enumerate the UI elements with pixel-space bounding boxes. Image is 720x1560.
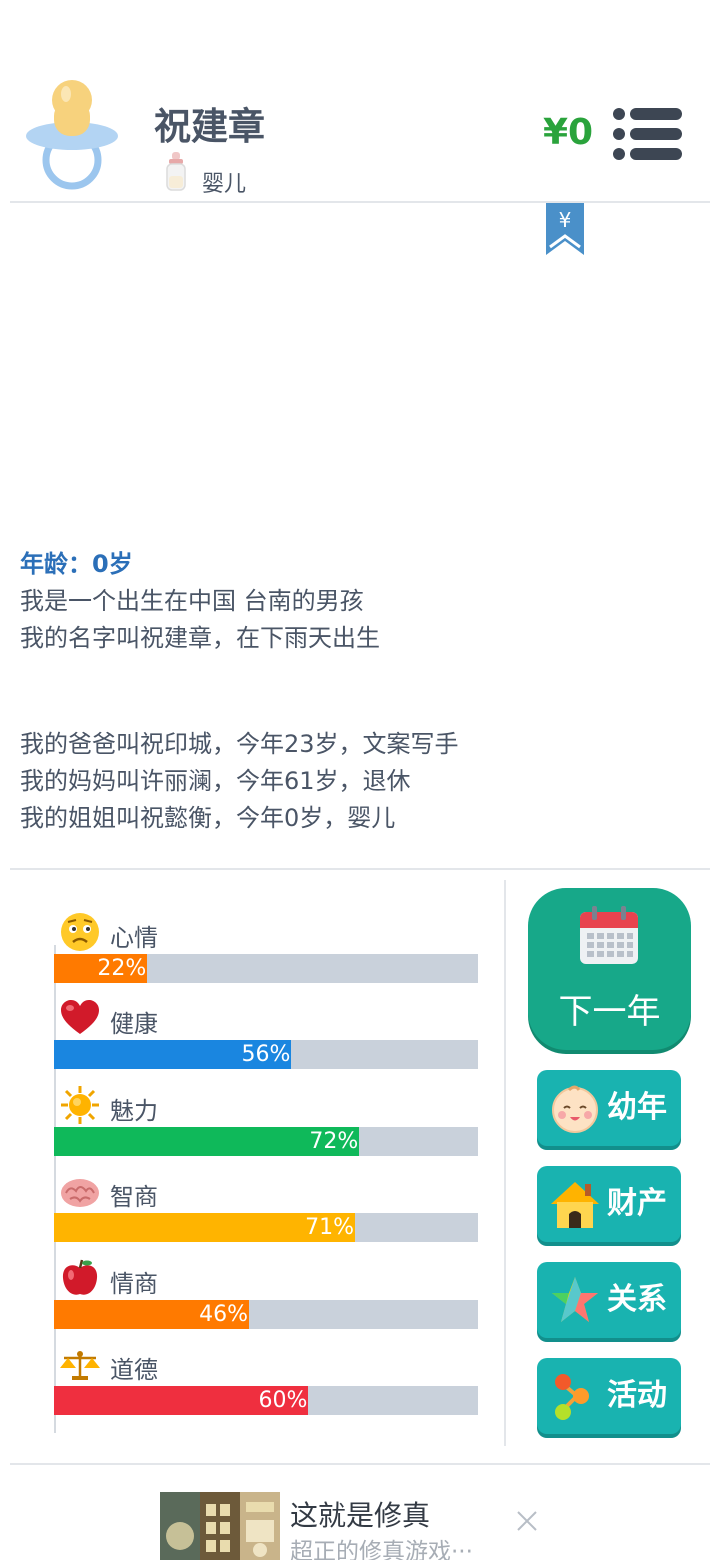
stat-bar-track: 71%	[54, 1213, 478, 1243]
stat-bar-fill: 71%	[54, 1213, 356, 1243]
stat-bar-track: 46%	[54, 1299, 478, 1329]
activities-label: 活动	[607, 1378, 667, 1413]
star-icon	[552, 1277, 598, 1322]
stat-label: 魅力	[110, 1096, 158, 1125]
stat-percent: 71%	[305, 1215, 355, 1241]
family-line-sister: 我的姐姐叫祝懿衡，今年0岁，婴儿	[20, 804, 396, 832]
stat-eq: 情商 46%	[54, 1256, 478, 1342]
stat-label: 情商	[110, 1269, 158, 1298]
stats-panel: 心情 22% 健康 56% 魅力 72% 智商 71% 情商 46% 道德 60…	[54, 910, 478, 1428]
ad-divider	[10, 1463, 710, 1465]
stat-percent: 22%	[97, 956, 147, 981]
worried-face-icon	[61, 913, 99, 951]
bookmark-yen-symbol: ¥	[559, 208, 572, 232]
next-year-button[interactable]: 下一年	[528, 888, 691, 1050]
menu-list-icon[interactable]	[610, 106, 684, 162]
relations-button[interactable]: 关系	[537, 1262, 681, 1338]
stat-bar-fill: 56%	[54, 1040, 292, 1070]
header-divider	[10, 201, 710, 203]
assets-label: 财产	[607, 1186, 667, 1221]
activity-dots-icon	[555, 1374, 589, 1420]
ad-thumbnail-image[interactable]	[160, 1492, 280, 1560]
ad-subtitle: 超正的修真游戏···	[290, 1539, 473, 1560]
stat-bar-fill: 72%	[54, 1126, 360, 1156]
apple-icon	[62, 1259, 98, 1295]
stat-charm: 魅力 72%	[54, 1083, 478, 1169]
childhood-button[interactable]: 幼年	[537, 1070, 681, 1146]
stat-bar-fill: 60%	[54, 1385, 309, 1415]
story-line: 我的名字叫祝建章，在下雨天出生	[20, 624, 380, 652]
brain-icon	[61, 1179, 99, 1208]
stat-bar-fill: 22%	[54, 954, 148, 983]
relations-label: 关系	[607, 1282, 667, 1317]
pacifier-avatar-icon	[26, 80, 118, 190]
baby-bottle-icon	[166, 152, 186, 191]
stat-label: 心情	[110, 924, 158, 952]
sun-icon	[61, 1085, 99, 1124]
life-stage-label: 婴儿	[202, 172, 247, 197]
stat-label: 道德	[110, 1355, 158, 1384]
activities-button[interactable]: 活动	[537, 1358, 681, 1434]
baby-face-icon	[552, 1085, 598, 1133]
character-name: 祝建章	[154, 105, 265, 148]
family-line-father: 我的爸爸叫祝印城，今年23岁，文案写手	[20, 730, 459, 758]
stat-bar-track: 22%	[54, 954, 478, 983]
stat-bar-track: 56%	[54, 1040, 478, 1070]
next-year-label: 下一年	[558, 992, 661, 1032]
story-divider	[10, 868, 710, 870]
house-icon	[551, 1182, 599, 1228]
childhood-label: 幼年	[607, 1090, 667, 1125]
assets-button[interactable]: 财产	[537, 1166, 681, 1242]
close-icon[interactable]	[512, 1506, 542, 1536]
stat-bar-fill: 46%	[54, 1299, 250, 1329]
ad-title[interactable]: 这就是修真	[290, 1494, 430, 1534]
stat-percent: 72%	[309, 1128, 359, 1154]
family-line-mother: 我的妈妈叫许丽澜，今年61岁，退休	[20, 767, 411, 795]
panel-divider	[504, 880, 506, 1446]
stat-label: 健康	[110, 1010, 158, 1039]
stat-percent: 60%	[258, 1387, 308, 1413]
stat-percent: 46%	[199, 1301, 249, 1327]
calendar-icon	[580, 906, 638, 964]
stat-percent: 56%	[241, 1042, 291, 1068]
stat-iq: 智商 71%	[54, 1169, 478, 1255]
life-story: 年龄：0岁 我是一个出生在中国 台南的男孩 我的名字叫祝建章，在下雨天出生 我的…	[20, 546, 700, 837]
stat-bar-track: 60%	[54, 1385, 478, 1415]
stat-mood: 心情 22%	[54, 910, 478, 996]
header: 祝建章 婴儿 ¥0 ¥	[0, 0, 720, 255]
scales-icon	[60, 1350, 100, 1380]
money-bookmark-icon[interactable]: ¥	[546, 203, 584, 255]
stat-morality: 道德 60%	[54, 1342, 478, 1428]
heart-icon	[61, 1000, 99, 1035]
story-line: 我是一个出生在中国 台南的男孩	[20, 587, 364, 615]
stat-label: 智商	[110, 1183, 158, 1212]
stat-bar-track: 72%	[54, 1126, 478, 1156]
age-line: 年龄：0岁	[20, 550, 133, 578]
stat-health: 健康 56%	[54, 996, 478, 1082]
money-amount: ¥0	[543, 112, 594, 153]
